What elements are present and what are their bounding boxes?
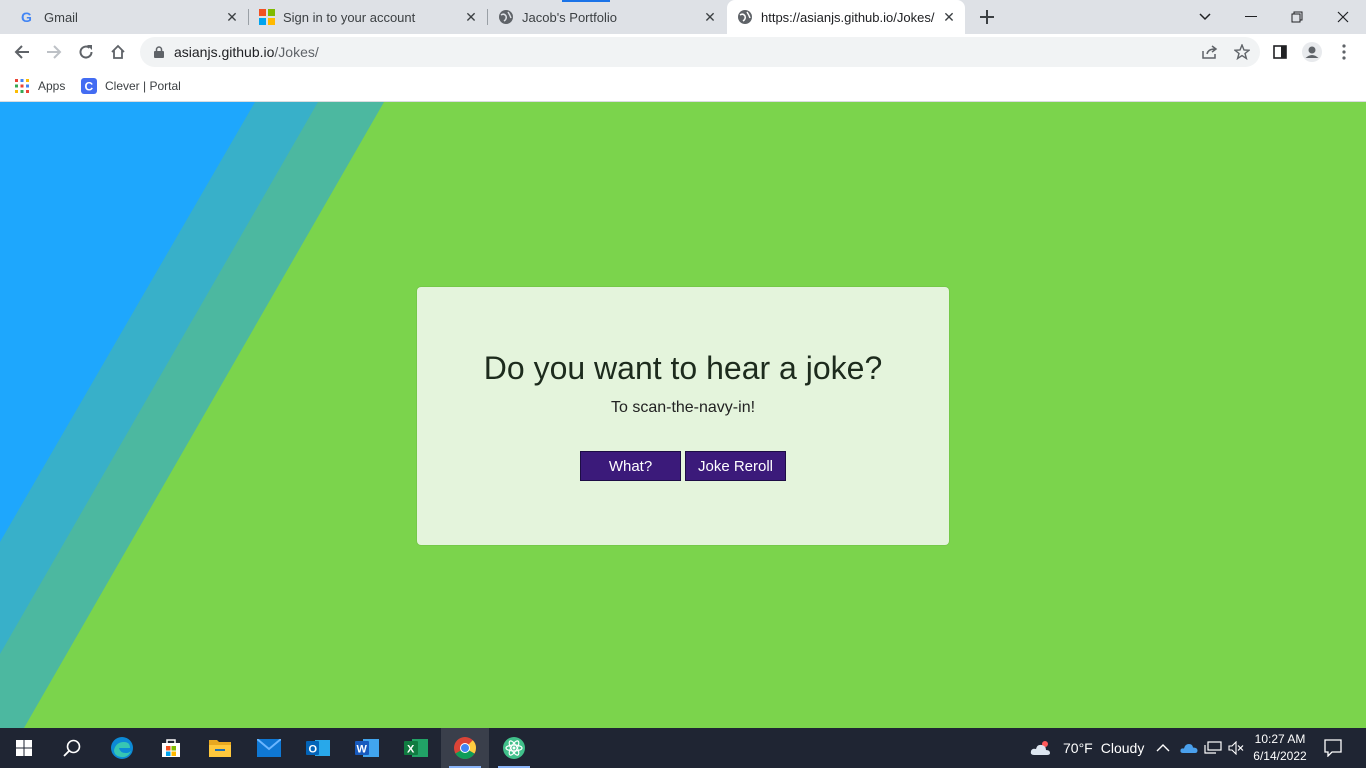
close-icon[interactable]: ✕: [702, 9, 718, 25]
close-icon[interactable]: ✕: [941, 9, 957, 25]
bookmark-apps[interactable]: Apps: [14, 76, 65, 96]
file-explorer-icon[interactable]: [196, 728, 244, 768]
microsoft-logo-icon: [259, 9, 275, 25]
svg-text:C: C: [85, 80, 94, 94]
url-path: /Jokes/: [274, 44, 319, 60]
page-content: Do you want to hear a joke? To scan-the-…: [0, 102, 1366, 728]
reload-icon[interactable]: [72, 38, 100, 66]
tab-jokes[interactable]: https://asianjs.github.io/Jokes/ ✕: [727, 0, 965, 34]
store-icon[interactable]: [147, 728, 195, 768]
forward-icon[interactable]: [40, 38, 68, 66]
clock-date: 6/14/2022: [1253, 749, 1307, 763]
network-icon[interactable]: [1204, 728, 1222, 768]
close-window-icon[interactable]: [1320, 0, 1366, 34]
globe-icon: [498, 9, 514, 25]
browser-toolbar: asianjs.github.io/Jokes/: [0, 34, 1366, 70]
excel-icon[interactable]: X: [392, 728, 440, 768]
tab-portfolio[interactable]: Jacob's Portfolio ✕: [488, 0, 726, 34]
joke-heading: Do you want to hear a joke?: [483, 350, 883, 386]
tab-title: https://asianjs.github.io/Jokes/: [761, 9, 935, 25]
search-icon[interactable]: [48, 728, 96, 768]
volume-muted-icon[interactable]: [1228, 728, 1244, 768]
menu-kebab-icon[interactable]: [1330, 38, 1358, 66]
tab-title: Gmail: [44, 9, 78, 25]
show-hidden-icons[interactable]: [1156, 728, 1170, 768]
bookmark-star-icon[interactable]: [1232, 42, 1252, 62]
google-g-icon: G: [20, 9, 36, 25]
lock-icon[interactable]: [152, 45, 166, 59]
tab-strip: G Gmail ✕ Sign in to your account ✕ Jaco…: [0, 0, 1366, 34]
globe-icon: [737, 9, 753, 25]
profile-avatar-icon[interactable]: [1298, 38, 1326, 66]
weather-widget[interactable]: 70°F Cloudy: [1030, 728, 1144, 768]
system-clock[interactable]: 10:27 AM 6/14/2022: [1244, 731, 1316, 765]
bookmark-label: Apps: [38, 79, 66, 93]
weather-condition: Cloudy: [1100, 740, 1145, 756]
joke-text: To scan-the-navy-in!: [610, 399, 756, 416]
back-icon[interactable]: [8, 38, 36, 66]
word-icon[interactable]: W: [343, 728, 391, 768]
joke-card: Do you want to hear a joke? To scan-the-…: [417, 287, 949, 545]
svg-text:W: W: [357, 744, 368, 756]
start-icon[interactable]: [0, 728, 48, 768]
url-host: asianjs.github.io: [174, 44, 275, 60]
notifications-icon[interactable]: [1324, 728, 1342, 768]
chrome-icon[interactable]: [441, 728, 489, 768]
minimize-icon[interactable]: [1228, 0, 1274, 34]
joke-reroll-button[interactable]: Joke Reroll: [685, 451, 786, 481]
bookmark-label: Clever | Portal: [105, 79, 181, 93]
windows-taskbar: O W X 70°F Cloudy 10:27 AM 6/14/2022: [0, 728, 1366, 768]
url-text: asianjs.github.io/Jokes/: [174, 44, 319, 60]
new-tab-button[interactable]: [975, 5, 999, 29]
svg-text:X: X: [407, 744, 415, 756]
tab-sign-in[interactable]: Sign in to your account ✕: [249, 0, 487, 34]
tab-loading-indicator: [562, 0, 610, 2]
side-panel-icon[interactable]: [1266, 38, 1294, 66]
address-bar[interactable]: asianjs.github.io/Jokes/: [140, 37, 1260, 67]
tab-title: Jacob's Portfolio: [522, 9, 617, 25]
tab-search-icon[interactable]: [1182, 0, 1228, 34]
edge-icon[interactable]: [98, 728, 146, 768]
bookmark-clever[interactable]: C Clever | Portal: [81, 76, 181, 96]
close-icon[interactable]: ✕: [463, 9, 479, 25]
outlook-icon[interactable]: O: [294, 728, 342, 768]
tab-gmail[interactable]: G Gmail ✕: [0, 0, 248, 34]
share-icon[interactable]: [1200, 42, 1220, 62]
cloudy-weather-icon: [1030, 738, 1056, 758]
weather-temp: 70°F: [1063, 740, 1093, 756]
restore-icon[interactable]: [1274, 0, 1320, 34]
close-icon[interactable]: ✕: [224, 9, 240, 25]
tab-title: Sign in to your account: [283, 9, 416, 25]
svg-text:O: O: [309, 744, 318, 756]
clock-time: 10:27 AM: [1254, 732, 1306, 746]
svg-text:G: G: [21, 9, 32, 25]
home-icon[interactable]: [104, 38, 132, 66]
mail-icon[interactable]: [245, 728, 293, 768]
apps-grid-icon: [14, 78, 30, 94]
what-button[interactable]: What?: [580, 451, 681, 481]
bookmarks-bar: Apps C Clever | Portal: [0, 70, 1366, 102]
onedrive-icon[interactable]: [1180, 728, 1198, 768]
clever-logo-icon: C: [81, 78, 97, 94]
atom-icon[interactable]: [490, 728, 538, 768]
